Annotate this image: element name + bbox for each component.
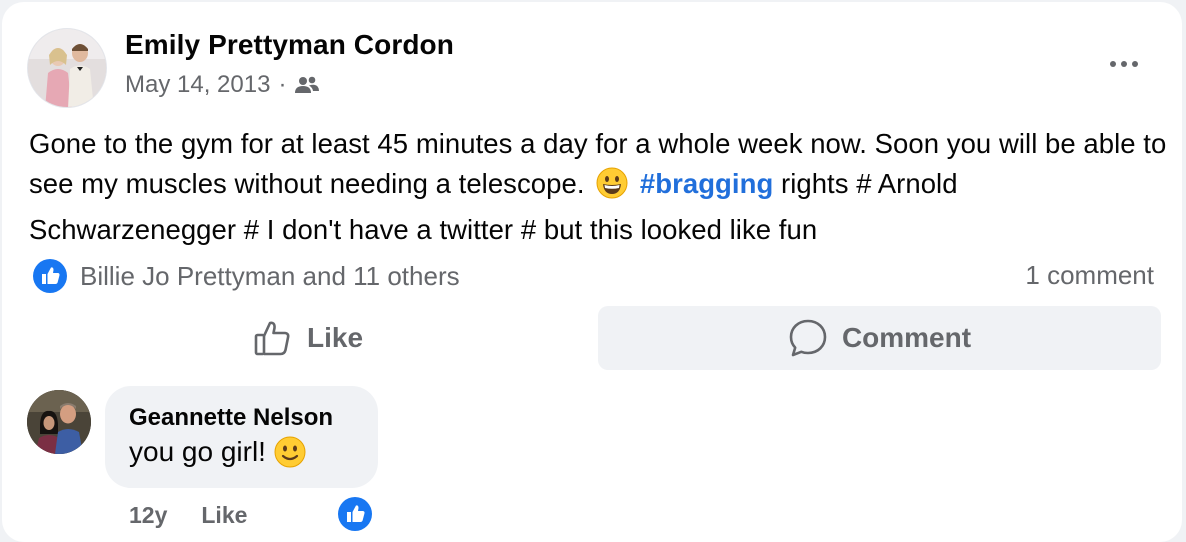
comment-text-row: you go girl! [129,436,306,468]
friends-icon[interactable] [294,75,320,95]
meta-separator: · [278,71,287,98]
author-avatar[interactable] [27,28,107,108]
like-reaction-icon [32,258,68,294]
reactions-summary[interactable]: Billie Jo Prettyman and 11 others [32,258,460,294]
comment-like-badge-icon[interactable] [337,496,373,532]
post-card: Emily Prettyman Cordon May 14, 2013 · Go… [2,2,1182,542]
speech-bubble-icon [788,318,828,358]
commenter-name[interactable]: Geannette Nelson [129,404,333,432]
post-date[interactable]: May 14, 2013 [125,71,270,99]
comment-button-label: Comment [841,322,972,353]
comment-text: you go girl! [129,436,266,467]
thumbs-up-icon [253,318,293,358]
comment-button[interactable]: Comment [598,306,1161,370]
comment-bubble: Geannette Nelson you go girl! [105,386,378,488]
hashtag-link[interactable]: #bragging [640,168,773,199]
post-meta: May 14, 2013 · [125,71,320,99]
couple-photo [28,29,106,107]
like-button[interactable]: Like [32,308,584,368]
comment-age[interactable]: 12y [129,502,167,529]
reactions-text[interactable]: Billie Jo Prettyman and 11 others [80,261,460,292]
comment-actions: 12y Like [129,502,247,529]
like-button-label: Like [306,322,364,353]
comment-count[interactable]: 1 comment [1025,260,1154,291]
post-author-name[interactable]: Emily Prettyman Cordon [125,29,454,61]
more-options-icon[interactable] [1106,54,1142,74]
slightly-smiling-face-icon [274,436,306,468]
commenter-avatar[interactable] [27,390,91,454]
commenter-photo [27,390,91,454]
grinning-face-icon [596,167,628,210]
post-text: Gone to the gym for at least 45 minutes … [29,124,1169,250]
comment-like-button[interactable]: Like [201,502,247,529]
